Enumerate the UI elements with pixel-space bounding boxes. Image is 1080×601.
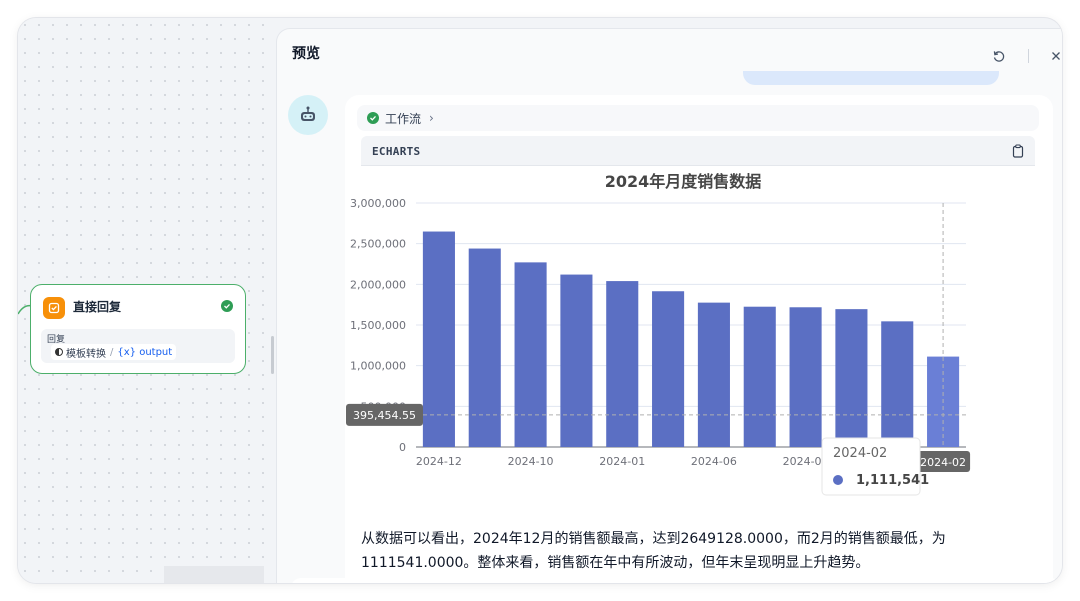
x-tick-label: 2024-12: [416, 455, 462, 468]
axis-pointer-x-label: 2024-02: [920, 456, 966, 469]
node-body: 回复 模板转换 / {x} output: [41, 329, 235, 363]
bar: [697, 302, 730, 447]
variable-chip: 模板转换 / {x} output: [51, 344, 177, 360]
chevron-right-icon: ›: [429, 111, 434, 125]
y-tick-label: 2,500,000: [350, 238, 406, 251]
variable-name: {x} output: [117, 346, 173, 358]
node-title: 直接回复: [73, 300, 122, 314]
robot-icon: [288, 95, 328, 135]
reply-icon: [43, 297, 65, 319]
x-tick-label: 2024-10: [508, 455, 554, 468]
assistant-message: 工作流 › ECHARTS 2024年月度销售数据0500,0001,000,0…: [345, 95, 1053, 583]
bar: [560, 274, 593, 447]
panel-title: 预览: [292, 46, 320, 62]
chart-title: 2024年月度销售数据: [605, 172, 762, 191]
y-tick-label: 3,000,000: [350, 197, 406, 210]
panel-resize-handle[interactable]: [271, 336, 274, 374]
workflow-label: 工作流: [385, 111, 422, 126]
workflow-canvas[interactable]: 直接回复 回复 模板转换 / {x} output: [18, 18, 276, 583]
tooltip-value: 1,111,541: [856, 473, 929, 488]
template-icon: [55, 348, 63, 356]
code-language: ECHARTS: [372, 145, 421, 158]
bar: [789, 307, 822, 447]
clipboard-icon[interactable]: [1011, 144, 1025, 158]
axis-pointer-y-label: 395,454.55: [353, 409, 416, 422]
canvas-control: [164, 566, 264, 583]
success-check-icon: [221, 300, 233, 312]
variable-source: 模板转换: [66, 348, 106, 360]
y-tick-label: 1,000,000: [350, 360, 406, 373]
workflow-process-toggle[interactable]: 工作流 ›: [357, 105, 1039, 131]
header-divider: [1028, 49, 1029, 63]
preview-panel: 预览 工作流 › ECHARTS 2024年月度销售数据0500,000: [276, 28, 1062, 583]
x-tick-label: 2024-06: [691, 455, 737, 468]
previous-message-bubble: [743, 71, 999, 85]
tooltip-marker: [833, 475, 843, 485]
y-tick-label: 2,000,000: [350, 278, 406, 291]
bar: [514, 262, 547, 447]
success-check-icon: [367, 112, 379, 124]
summary-text: 从数据可以看出，2024年12月的销售额最高，达到2649128.0000，而2…: [361, 531, 946, 571]
bar: [652, 291, 685, 447]
bar-chart[interactable]: 2024年月度销售数据0500,0001,000,0001,500,0002,0…: [345, 167, 1045, 507]
bar: [881, 321, 914, 447]
bar: [606, 281, 639, 447]
bar: [743, 306, 776, 447]
code-block-header: ECHARTS: [361, 136, 1035, 166]
variable-separator: /: [110, 346, 114, 358]
tooltip-category: 2024-02: [833, 446, 887, 461]
refresh-icon[interactable]: [990, 47, 1008, 65]
y-tick-label: 1,500,000: [350, 319, 406, 332]
close-icon[interactable]: [1047, 47, 1062, 65]
x-tick-label: 2024-01: [599, 455, 645, 468]
chat-input-area: [291, 578, 1061, 583]
bar: [468, 248, 501, 447]
y-tick-label: 0: [399, 441, 406, 454]
bar: [835, 309, 868, 447]
app-window: 直接回复 回复 模板转换 / {x} output 预览 工作流 › ECHAR…: [18, 18, 1062, 583]
answer-node[interactable]: 直接回复 回复 模板转换 / {x} output: [30, 284, 246, 374]
